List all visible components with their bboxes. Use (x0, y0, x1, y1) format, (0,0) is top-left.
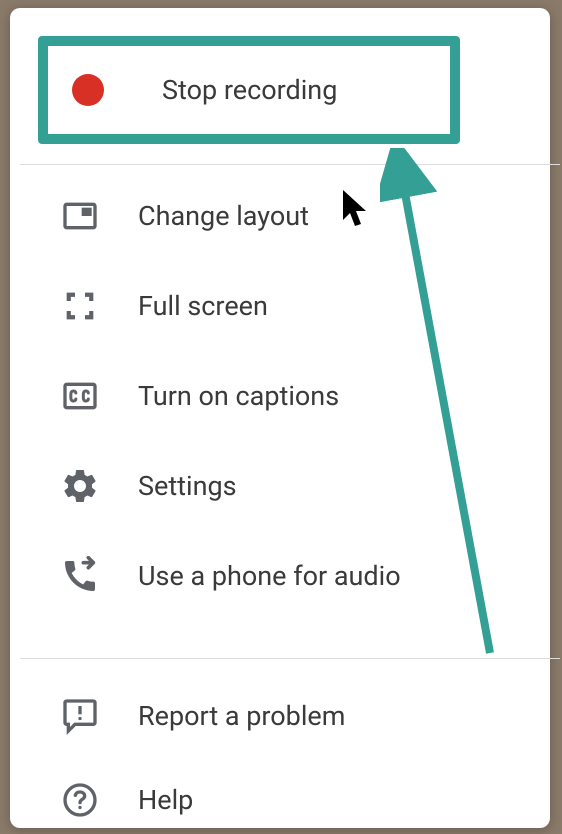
highlighted-stop-recording: Stop recording (38, 36, 460, 144)
report-problem-label: Report a problem (138, 700, 345, 732)
full-screen-label: Full screen (138, 290, 268, 322)
phone-audio-label: Use a phone for audio (138, 560, 401, 592)
menu-item-change-layout[interactable]: Change layout (38, 176, 538, 256)
stop-recording-label: Stop recording (162, 74, 337, 106)
gear-icon (38, 466, 138, 506)
options-menu-panel: Stop recording Change layout Full screen (10, 8, 550, 828)
menu-item-captions[interactable]: Turn on captions (38, 356, 538, 436)
menu-item-settings[interactable]: Settings (38, 446, 538, 526)
menu-item-report-problem[interactable]: Report a problem (38, 676, 538, 756)
menu-item-help[interactable]: Help (38, 766, 538, 834)
menu-item-phone-audio[interactable]: Use a phone for audio (38, 536, 538, 616)
change-layout-label: Change layout (138, 200, 309, 232)
captions-icon (38, 376, 138, 416)
divider (20, 658, 560, 659)
settings-label: Settings (138, 470, 237, 502)
menu-item-full-screen[interactable]: Full screen (38, 266, 538, 346)
help-label: Help (138, 784, 193, 816)
help-icon (38, 780, 138, 820)
divider (20, 164, 560, 165)
menu-item-stop-recording[interactable]: Stop recording (62, 50, 450, 130)
fullscreen-icon (38, 286, 138, 326)
feedback-icon (38, 696, 138, 736)
phone-audio-icon (38, 556, 138, 596)
captions-label: Turn on captions (138, 380, 339, 412)
record-icon (62, 74, 162, 106)
layout-icon (38, 196, 138, 236)
